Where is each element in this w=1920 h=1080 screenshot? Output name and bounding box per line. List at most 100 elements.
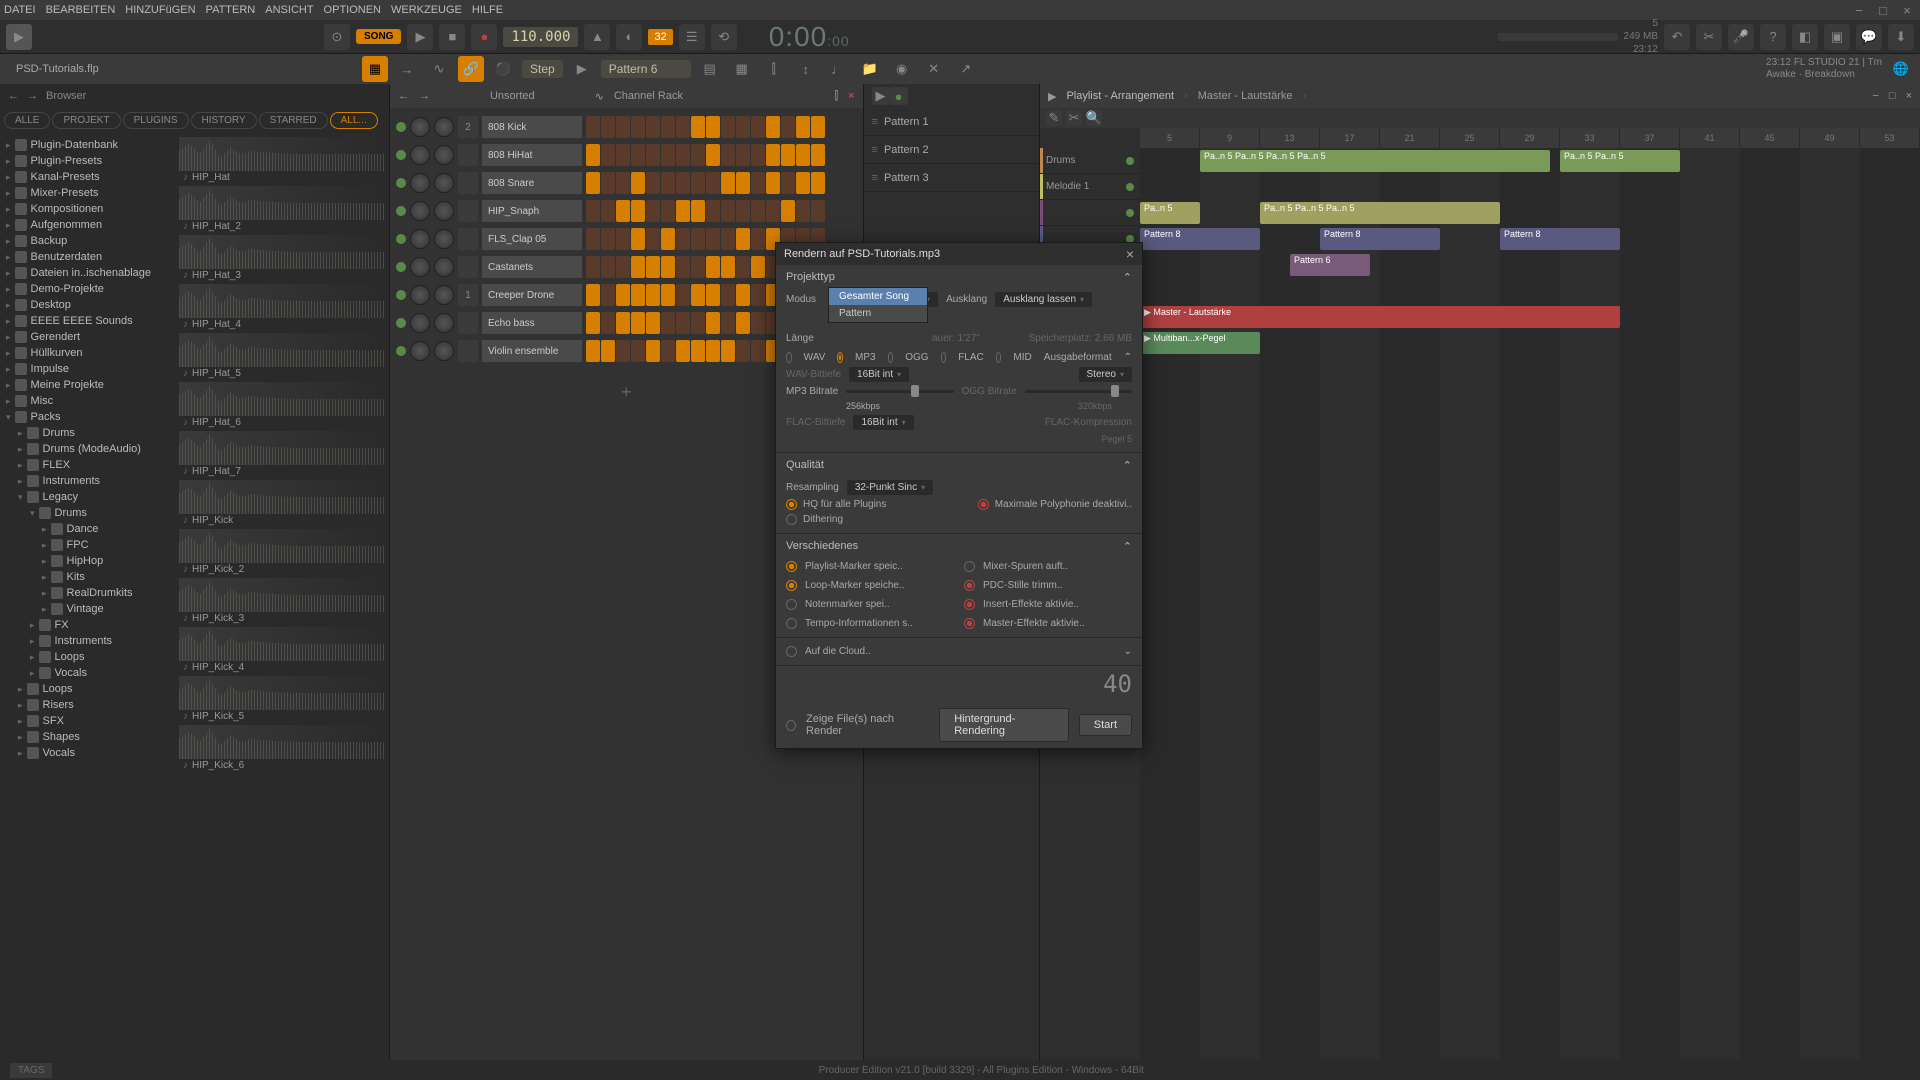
- tree-item[interactable]: Instruments: [0, 473, 175, 489]
- loop-rec-icon[interactable]: ⟲: [711, 24, 737, 50]
- browser-tree[interactable]: Plugin-DatenbankPlugin-PresetsKanal-Pres…: [0, 133, 175, 1060]
- pl-play-icon[interactable]: ▶: [1048, 90, 1056, 103]
- pl-tool3-icon[interactable]: 🔍: [1086, 110, 1102, 126]
- tree-item[interactable]: Legacy: [0, 489, 175, 505]
- channel-row[interactable]: 2808 Kick: [396, 114, 857, 140]
- wave-item[interactable]: HIP_Hat_5: [179, 333, 385, 380]
- tree-item[interactable]: Drums: [0, 425, 175, 441]
- tree-item[interactable]: FPC: [0, 537, 175, 553]
- tree-item[interactable]: FX: [0, 617, 175, 633]
- pl-max-icon[interactable]: □: [1889, 90, 1896, 102]
- pattern-item[interactable]: Pattern 1: [864, 108, 1039, 136]
- link-icon[interactable]: 🔗: [458, 56, 484, 82]
- mp3-radio[interactable]: [837, 352, 843, 363]
- tree-item[interactable]: Gerendert: [0, 329, 175, 345]
- channel-row[interactable]: HIP_Snaph: [396, 198, 857, 224]
- flac-depth-dropdown[interactable]: 16Bit int: [853, 415, 913, 430]
- close2-icon[interactable]: ✕: [921, 56, 947, 82]
- dither-check[interactable]: [786, 514, 797, 525]
- master-volume[interactable]: [1498, 33, 1618, 41]
- tree-item[interactable]: Misc: [0, 393, 175, 409]
- knob1[interactable]: [192, 56, 218, 82]
- tempo-info-check[interactable]: [786, 618, 797, 629]
- channel-row[interactable]: 808 HiHat: [396, 142, 857, 168]
- wave-item[interactable]: HIP_Hat: [179, 137, 385, 184]
- tree-item[interactable]: Risers: [0, 697, 175, 713]
- logo-icon[interactable]: ▶: [6, 24, 32, 50]
- tree-item[interactable]: Loops: [0, 649, 175, 665]
- tree-item[interactable]: Impulse: [0, 361, 175, 377]
- tree-item[interactable]: Kits: [0, 569, 175, 585]
- wave-item[interactable]: HIP_Hat_6: [179, 382, 385, 429]
- misc-collapse-icon[interactable]: ⌃: [1123, 540, 1132, 553]
- mixer-spuren-check[interactable]: [964, 561, 975, 572]
- track-header[interactable]: Melodie 1: [1040, 174, 1140, 200]
- unsorted-label[interactable]: Unsorted: [490, 90, 535, 102]
- rack-close-icon[interactable]: ×: [848, 90, 854, 102]
- tab-plugins[interactable]: PLUGINS: [123, 112, 189, 129]
- cloud-expand-icon[interactable]: ⌄: [1124, 646, 1132, 657]
- song-mode-button[interactable]: SONG: [356, 29, 401, 44]
- midi-icon[interactable]: ⚫: [490, 56, 516, 82]
- mixer-icon[interactable]: ⫿: [761, 56, 787, 82]
- tree-item[interactable]: Plugin-Datenbank: [0, 137, 175, 153]
- help-icon[interactable]: ?: [1760, 24, 1786, 50]
- menu-hilfe[interactable]: HILFE: [472, 4, 503, 16]
- menu-hinzufuegen[interactable]: HINZUFüGEN: [125, 4, 195, 16]
- pat-play-icon[interactable]: ▶: [872, 87, 890, 105]
- wave-item[interactable]: HIP_Kick_5: [179, 676, 385, 723]
- tree-item[interactable]: Dance: [0, 521, 175, 537]
- tempo-icon[interactable]: ♩: [825, 56, 851, 82]
- tree-item[interactable]: Plugin-Presets: [0, 153, 175, 169]
- tree-item[interactable]: Kompositionen: [0, 201, 175, 217]
- pl-tool2-icon[interactable]: ✂: [1066, 110, 1082, 126]
- track-header[interactable]: Drums: [1040, 148, 1140, 174]
- dd-gesamter-song[interactable]: Gesamter Song: [829, 288, 927, 305]
- browser-fwd-icon[interactable]: →: [27, 90, 38, 102]
- ogg-bitrate-slider[interactable]: [1025, 390, 1132, 393]
- tags-label[interactable]: TAGS: [10, 1063, 52, 1078]
- pattern-item[interactable]: Pattern 2: [864, 136, 1039, 164]
- wave-icon[interactable]: ∿: [595, 90, 604, 103]
- count-icon[interactable]: ☰: [679, 24, 705, 50]
- pattern-view-icon[interactable]: ▦: [362, 56, 388, 82]
- wave-item[interactable]: HIP_Kick: [179, 480, 385, 527]
- ausgabe-collapse-icon[interactable]: ⌃: [1124, 352, 1132, 363]
- wave-item[interactable]: HIP_Kick_4: [179, 627, 385, 674]
- menu-pattern[interactable]: PATTERN: [206, 4, 256, 16]
- pattern-selector[interactable]: Pattern 6: [601, 60, 691, 78]
- tempo-display[interactable]: 110.000: [503, 27, 578, 47]
- rack-menu-icon[interactable]: ←: [398, 90, 409, 102]
- playlist-clip[interactable]: Pattern 8: [1140, 228, 1260, 250]
- pattern-item[interactable]: Pattern 3: [864, 164, 1039, 192]
- wave-item[interactable]: HIP_Kick_6: [179, 725, 385, 772]
- tree-item[interactable]: EEEE EEEE Sounds: [0, 313, 175, 329]
- tree-item[interactable]: Vocals: [0, 745, 175, 761]
- browser-back-icon[interactable]: ←: [8, 90, 19, 102]
- pat-rec-icon[interactable]: ●: [890, 87, 908, 105]
- tab-alle[interactable]: ALLE: [4, 112, 50, 129]
- mp3-bitrate-slider[interactable]: [846, 390, 953, 393]
- track-header[interactable]: [1040, 200, 1140, 226]
- view2-icon[interactable]: ▣: [1824, 24, 1850, 50]
- tree-item[interactable]: SFX: [0, 713, 175, 729]
- tree-item[interactable]: Hüllkurven: [0, 345, 175, 361]
- start-button[interactable]: Start: [1079, 714, 1132, 736]
- undo-icon[interactable]: ↶: [1664, 24, 1690, 50]
- maximize-icon[interactable]: □: [1874, 3, 1892, 17]
- time-display[interactable]: 0:00:00: [769, 20, 850, 53]
- pat-mode-icon[interactable]: ⊙: [324, 24, 350, 50]
- resampling-dropdown[interactable]: 32-Punkt Sinc: [847, 480, 933, 495]
- playlist-master[interactable]: Master - Lautstärke: [1198, 90, 1293, 102]
- pl-min-icon[interactable]: −: [1872, 90, 1878, 102]
- insert-fx-check[interactable]: [964, 599, 975, 610]
- tree-item[interactable]: Meine Projekte: [0, 377, 175, 393]
- knob2[interactable]: [224, 56, 250, 82]
- tree-item[interactable]: Desktop: [0, 297, 175, 313]
- stop-icon[interactable]: ■: [439, 24, 465, 50]
- tree-item[interactable]: Aufgenommen: [0, 217, 175, 233]
- playlist-clip[interactable]: Pa..n 5 Pa..n 5: [1560, 150, 1680, 172]
- step-mode[interactable]: Step: [522, 60, 563, 78]
- pl-tool1-icon[interactable]: ✎: [1046, 110, 1062, 126]
- cloud-check[interactable]: [786, 646, 797, 657]
